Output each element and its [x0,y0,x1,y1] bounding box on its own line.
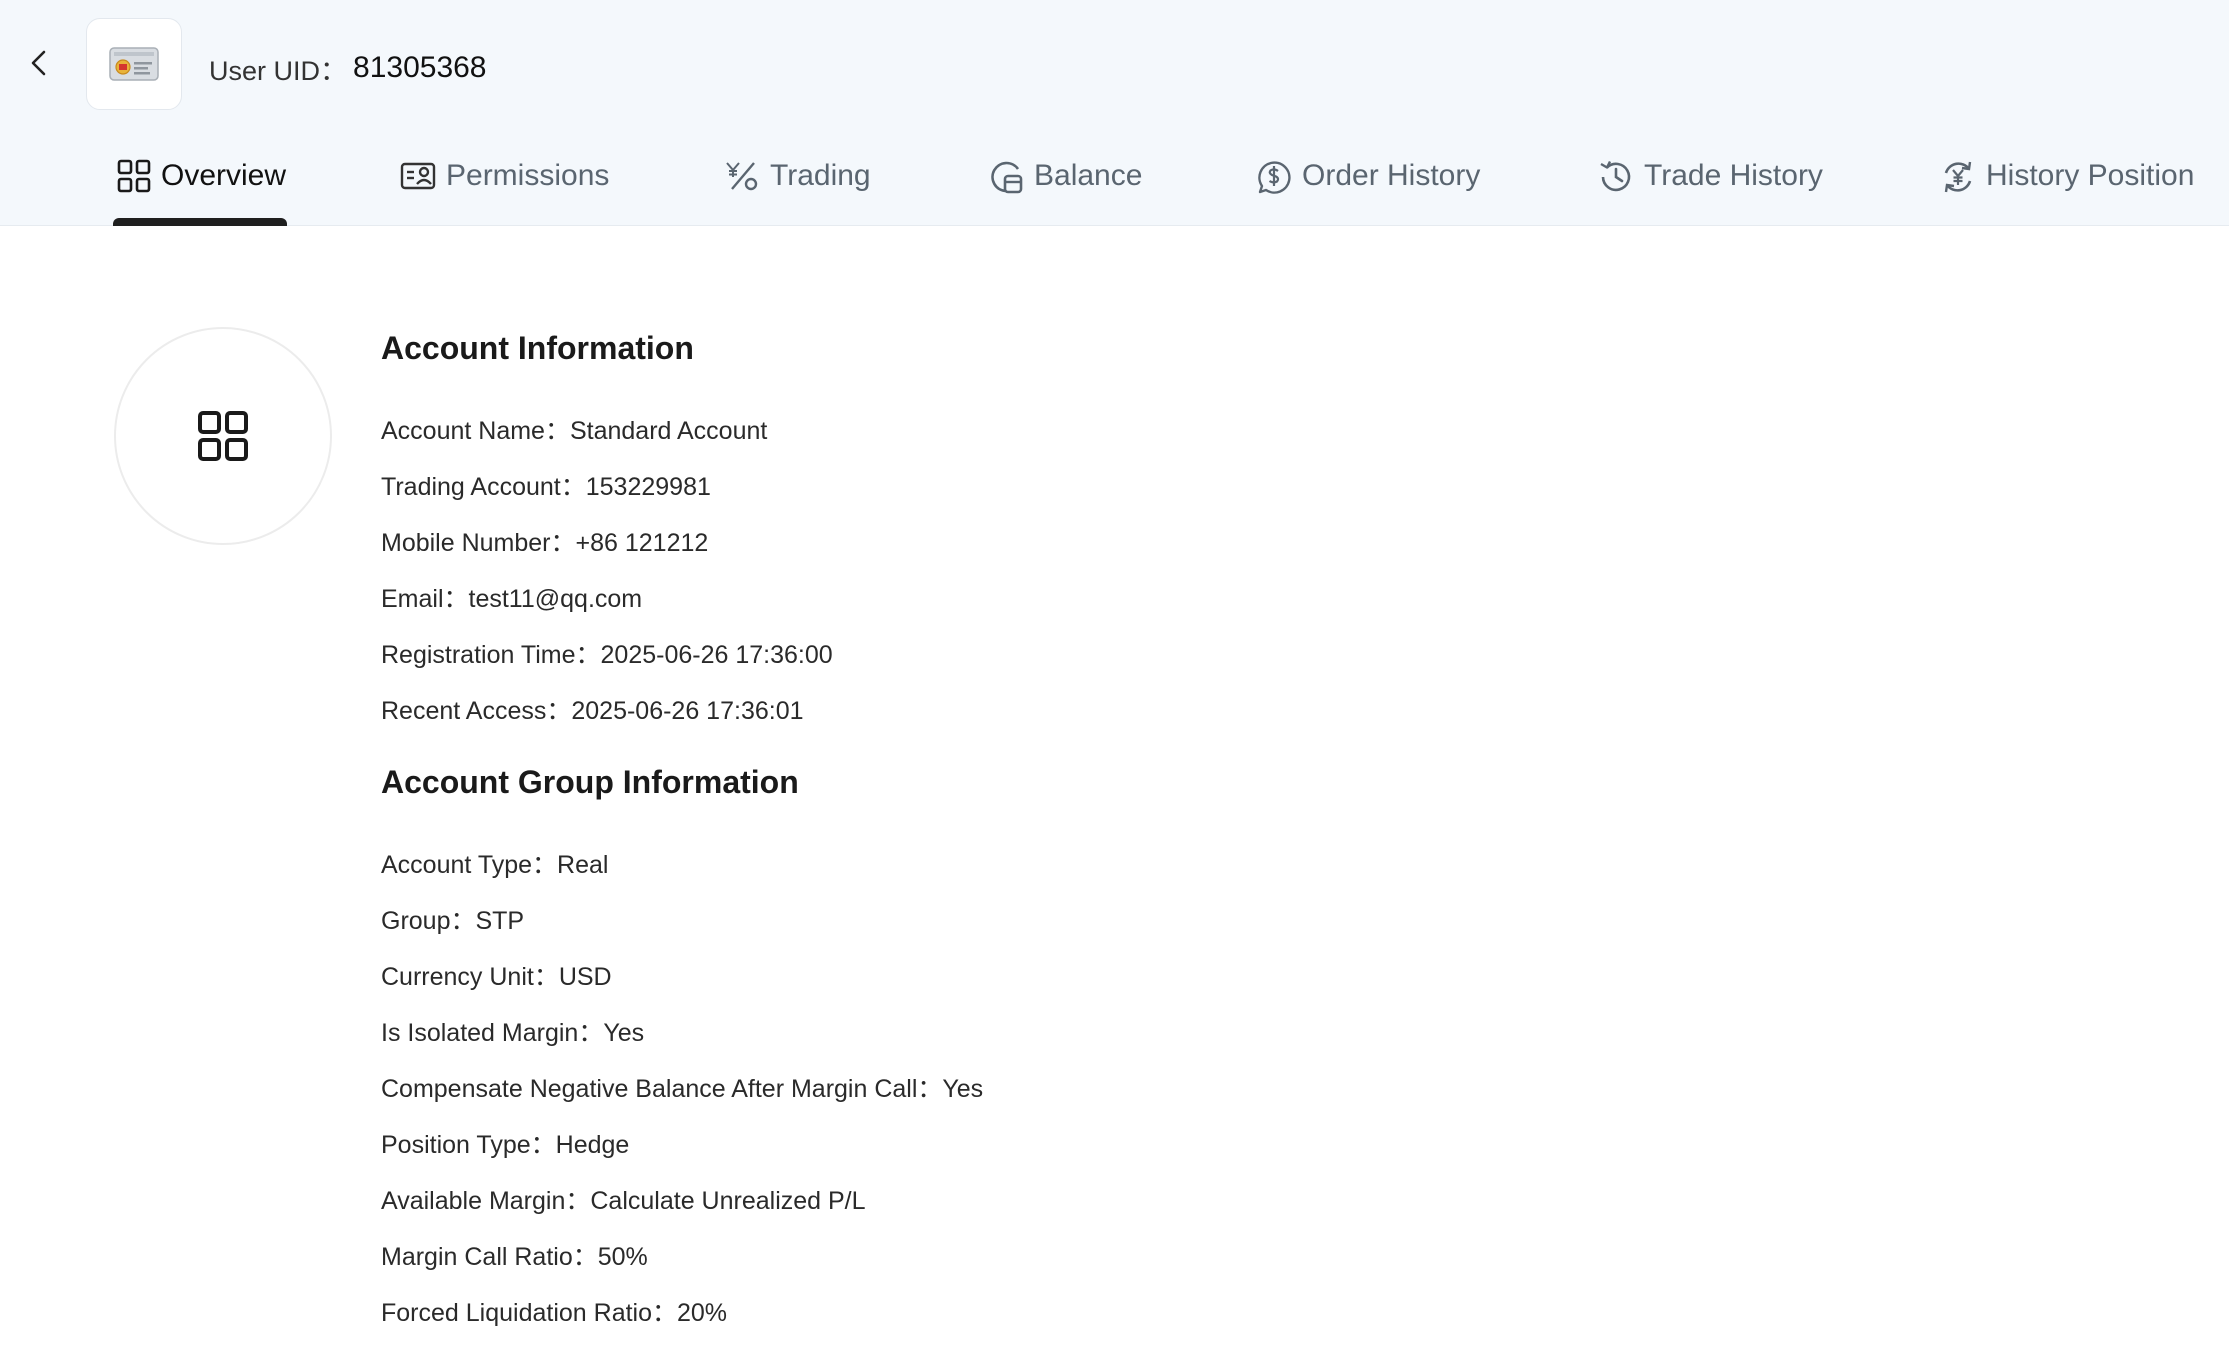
yen-cycle-icon [1944,161,1972,193]
info-row: Currency Unit：USD [381,957,612,993]
info-row: Email：test11@qq.com [381,579,642,615]
row-value: Yes [942,1075,984,1103]
row-value: 2025-06-26 17:36:01 [571,697,804,725]
active-tab-indicator [113,218,287,226]
tab-order-history[interactable]: Order History [1256,150,1480,226]
row-label: Registration Time： [381,641,601,669]
tab-trade-history[interactable]: Trade History [1598,150,1823,226]
info-row: Account Name：Standard Account [381,411,767,447]
info-row: Trading Account：153229981 [381,467,711,503]
info-row: Margin Call Ratio：50% [381,1237,648,1273]
row-label: Group： [381,907,476,935]
row-value: 2025-06-26 17:36:00 [600,641,833,669]
row-value: STP [475,907,525,935]
tab-label: Permissions [446,159,610,192]
row-value: 20% [677,1299,728,1327]
row-label: Account Type： [381,851,558,879]
grid-icon [117,159,151,193]
info-row: Mobile Number：+86 121212 [381,523,708,559]
tab-label: Order History [1302,159,1481,192]
tab-history-position[interactable]: History Position [1940,150,2194,226]
back-button[interactable] [22,46,56,80]
row-label: Is Isolated Margin： [381,1019,604,1047]
row-value: Real [557,851,609,879]
tab-trading[interactable]: Trading [724,150,871,226]
dollar-circle-icon [1258,161,1291,194]
tab-label: Overview [161,159,287,192]
row-value: Calculate Unrealized P/L [590,1187,866,1215]
tab-label: Trade History [1644,159,1823,192]
row-value: +86 121212 [575,529,709,557]
row-label: Account Name： [381,417,570,445]
uid-label: User UID： [209,55,348,86]
row-label: Currency Unit： [381,963,559,991]
tab-label: Trading [770,159,871,192]
info-row: Group：STP [381,901,524,937]
row-label: Available Margin： [381,1187,591,1215]
grid-icon [198,411,248,461]
row-value: test11@qq.com [468,585,643,613]
row-label: Forced Liquidation Ratio： [381,1299,677,1327]
chevron-left-icon [31,50,46,76]
user-avatar [86,18,182,110]
row-value: 153229981 [585,473,711,501]
percent-icon [726,162,758,191]
tab-bar: Overview Permissions Trading Balance Ord… [0,150,2229,226]
row-label: Trading Account： [381,473,586,501]
info-row: Forced Liquidation Ratio：20% [381,1293,727,1329]
info-row: Compensate Negative Balance After Margin… [381,1069,983,1105]
user-uid: User UID： 81305368 [209,48,487,88]
row-value: Yes [603,1019,645,1047]
account-info-title: Account Information [381,330,694,366]
row-value: 50% [597,1243,648,1271]
row-label: Margin Call Ratio： [381,1243,598,1271]
top-header: User UID： 81305368 Overview Permissions [0,0,2229,226]
account-avatar-circle [114,327,332,545]
id-card-icon [400,162,436,190]
row-label: Email： [381,585,469,613]
row-label: Position Type： [381,1131,556,1159]
row-value: USD [558,963,612,991]
info-row: Position Type：Hedge [381,1125,629,1161]
group-info-title: Account Group Information [381,764,799,800]
tab-label: History Position [1986,159,2195,192]
clock-history-icon [1600,160,1631,192]
info-row: Registration Time：2025-06-26 17:36:00 [381,635,833,671]
uid-value: 81305368 [353,51,487,84]
tab-balance[interactable]: Balance [988,150,1142,226]
tab-label: Balance [1034,159,1143,192]
row-value: Standard Account [569,417,768,445]
info-row: Available Margin：Calculate Unrealized P/… [381,1181,866,1217]
row-label: Mobile Number： [381,529,576,557]
tab-permissions[interactable]: Permissions [400,150,609,226]
info-row: Is Isolated Margin：Yes [381,1013,644,1049]
info-row: Account Type：Real [381,845,608,881]
row-label: Recent Access： [381,697,572,725]
row-value: Hedge [555,1131,630,1159]
wallet-icon [991,161,1023,194]
row-label: Compensate Negative Balance After Margin… [381,1075,943,1103]
account-card-icon [109,47,159,81]
tab-overview[interactable]: Overview [117,150,286,226]
info-row: Recent Access：2025-06-26 17:36:01 [381,691,804,727]
